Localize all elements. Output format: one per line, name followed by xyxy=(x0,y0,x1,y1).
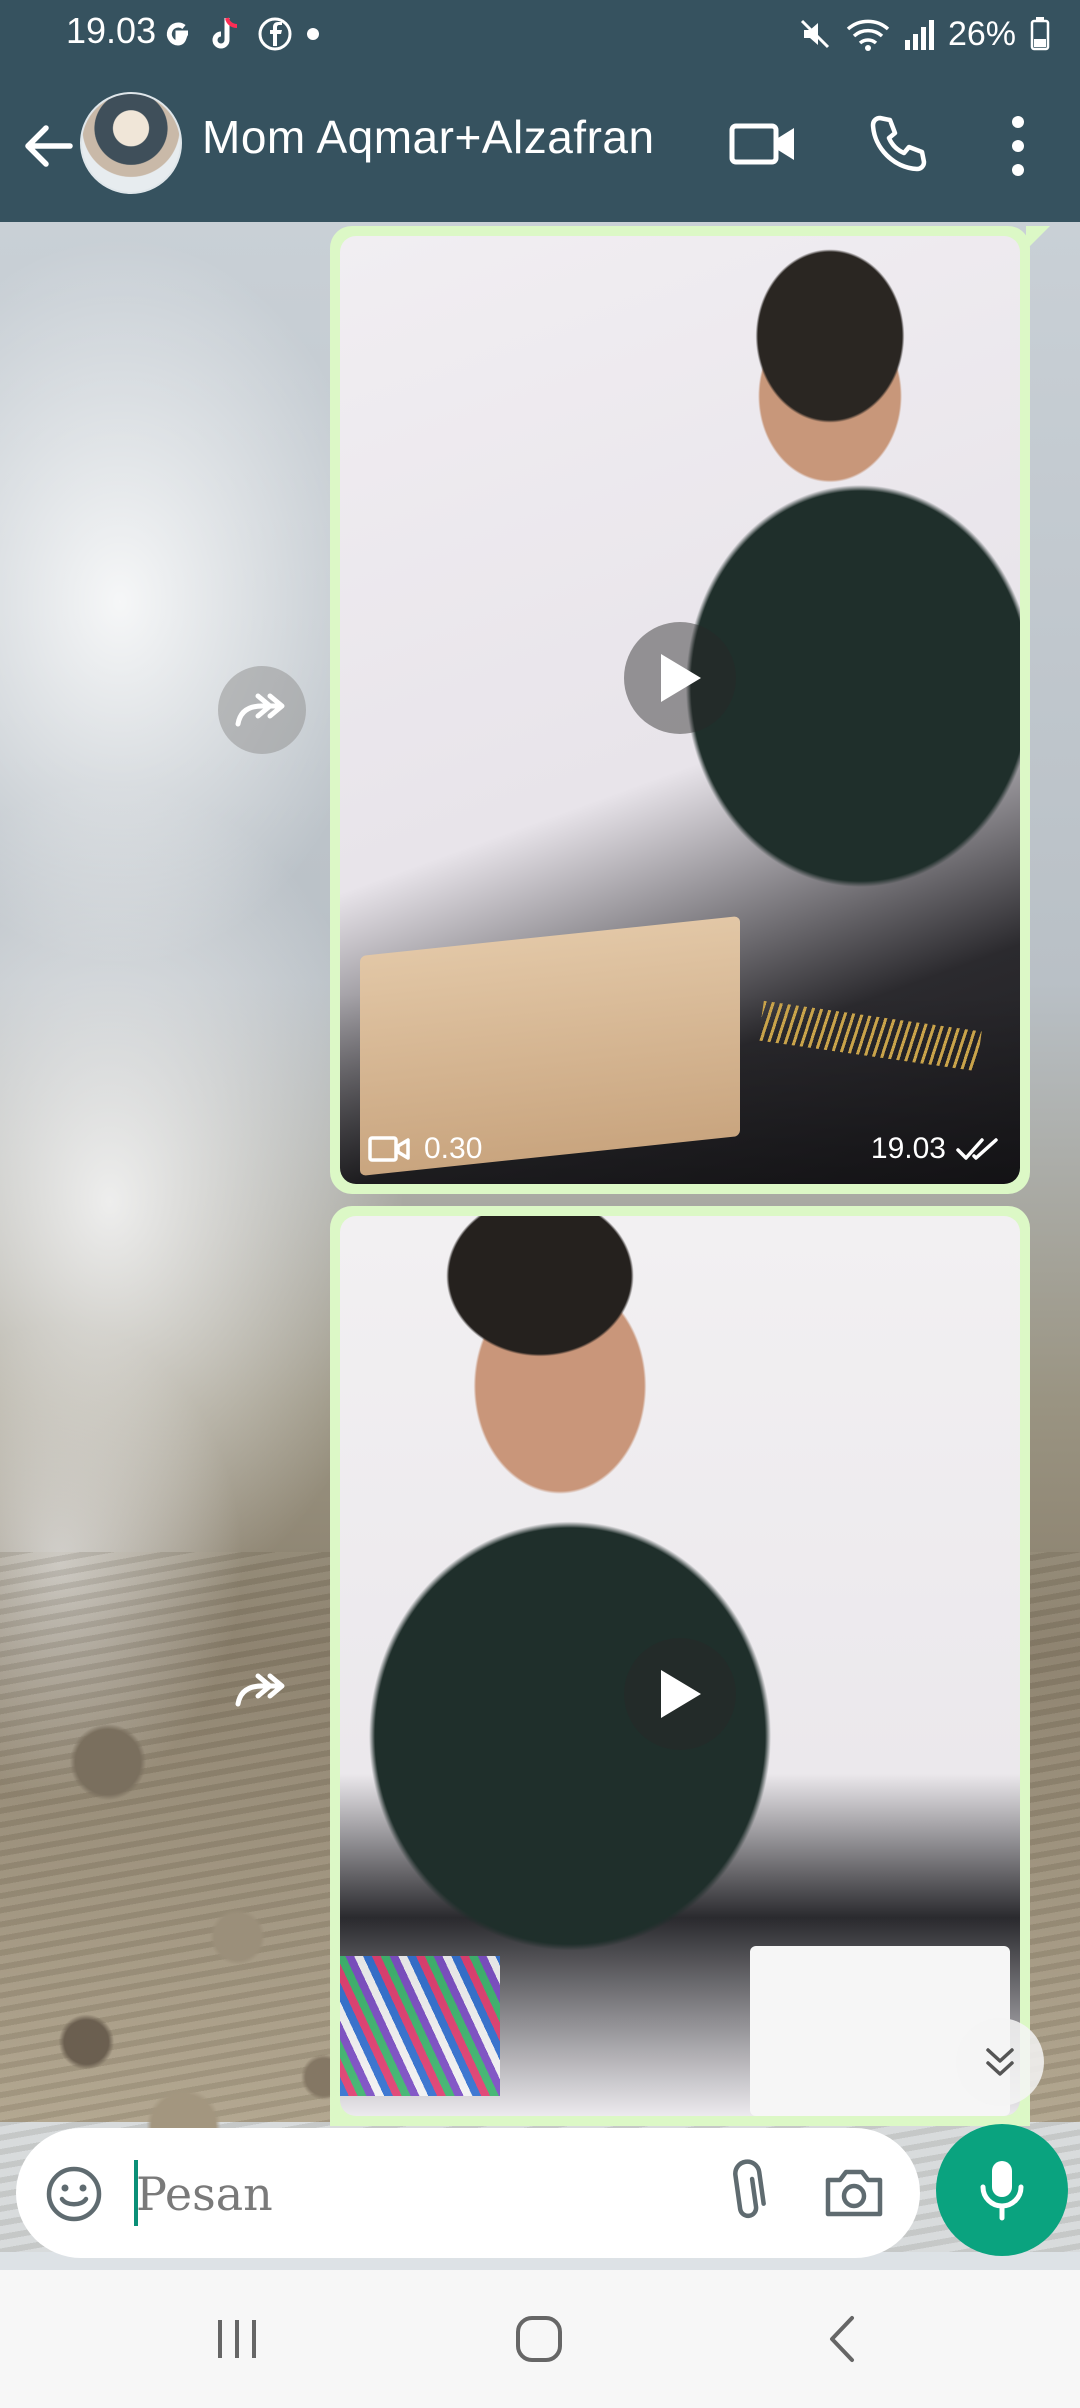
double-check-icon xyxy=(956,1138,998,1160)
google-icon xyxy=(166,22,188,46)
thumbnail-scene xyxy=(758,1000,982,1072)
forward-button[interactable] xyxy=(218,1646,306,1734)
notification-icons xyxy=(160,14,320,54)
battery-level: 26% xyxy=(947,14,1016,53)
double-chevron-down-icon xyxy=(986,2048,1014,2076)
forward-icon xyxy=(235,1673,285,1707)
video-thumbnail[interactable]: 0.30 19.03 xyxy=(340,236,1020,1184)
nav-back-icon[interactable] xyxy=(822,2312,862,2366)
wifi-icon xyxy=(846,19,890,51)
home-icon[interactable] xyxy=(512,2312,566,2366)
chat-header: Mom Aqmar+Alzafran xyxy=(0,80,1080,210)
back-arrow-icon[interactable] xyxy=(18,116,78,176)
play-button[interactable] xyxy=(624,622,736,734)
signal-icon xyxy=(904,20,934,50)
composer xyxy=(16,2128,920,2258)
video-thumbnail[interactable] xyxy=(340,1216,1020,2116)
emoji-icon[interactable] xyxy=(44,2164,104,2224)
status-bar: 19.03 26% xyxy=(0,0,1080,72)
play-icon xyxy=(661,1670,701,1718)
more-vert-icon[interactable] xyxy=(1000,110,1036,182)
message-time: 19.03 xyxy=(870,1132,946,1165)
phone-icon[interactable] xyxy=(866,112,930,176)
forward-icon xyxy=(235,693,285,727)
camera-icon[interactable] xyxy=(822,2162,886,2222)
video-camera-icon xyxy=(368,1136,410,1162)
attach-icon[interactable] xyxy=(716,2158,776,2228)
contact-avatar[interactable] xyxy=(80,92,182,194)
video-message[interactable] xyxy=(330,1206,1030,2126)
scroll-to-bottom-button[interactable] xyxy=(956,2018,1044,2106)
mute-icon xyxy=(800,19,829,49)
forward-button[interactable] xyxy=(218,666,306,754)
recents-icon[interactable] xyxy=(212,2314,262,2364)
bubble-tail xyxy=(1026,226,1050,250)
top-bar: 19.03 26% Mom Aqmar+Alzafran xyxy=(0,0,1080,222)
tiktok-icon xyxy=(212,17,238,49)
facebook-icon xyxy=(258,17,292,51)
video-call-icon[interactable] xyxy=(728,114,798,174)
video-message[interactable]: 0.30 19.03 xyxy=(330,226,1050,1194)
message-input[interactable] xyxy=(134,2158,698,2230)
thumbnail-scene xyxy=(340,1956,500,2096)
system-nav-bar xyxy=(0,2270,1080,2408)
mic-icon xyxy=(980,2161,1024,2221)
play-icon xyxy=(661,654,701,702)
video-duration-text: 0.30 xyxy=(424,1132,483,1165)
status-time: 19.03 xyxy=(66,10,157,51)
message-meta: 19.03 xyxy=(871,1132,1000,1166)
video-duration: 0.30 xyxy=(368,1132,482,1166)
contact-name[interactable]: Mom Aqmar+Alzafran xyxy=(202,110,655,164)
play-button[interactable] xyxy=(624,1638,736,1750)
mic-button[interactable] xyxy=(936,2124,1068,2256)
battery-icon xyxy=(1030,17,1050,51)
dot-icon xyxy=(307,28,319,40)
system-icons: 26% xyxy=(798,12,1050,56)
